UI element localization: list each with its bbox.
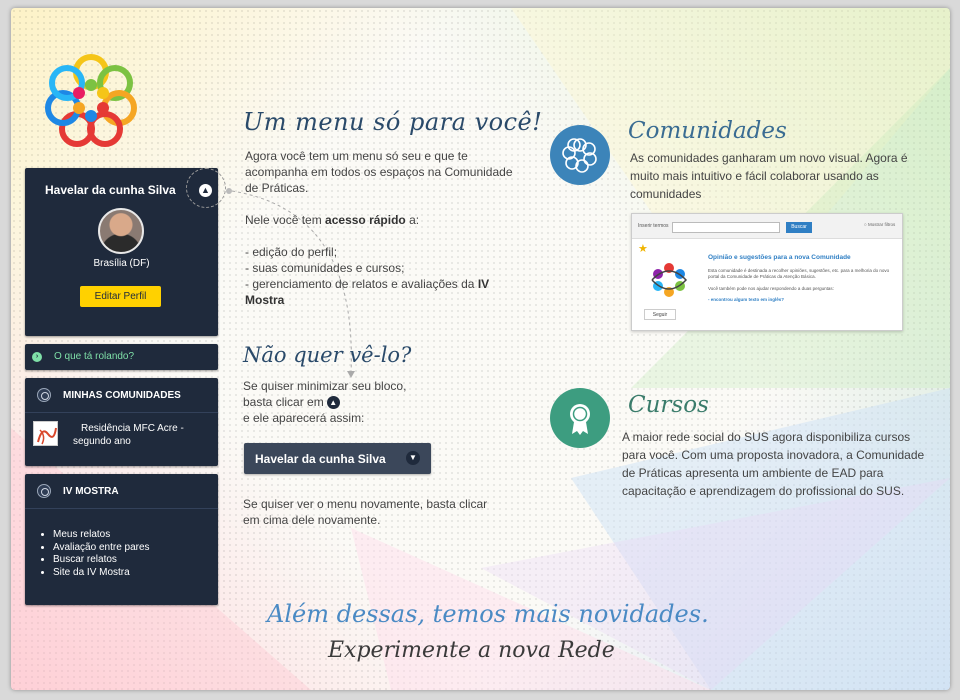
feature-item: - edição do perfil; xyxy=(245,245,338,259)
news-panel[interactable]: › O que tá rolando? xyxy=(25,344,218,370)
menu-quick-access: Nele você tem acesso rápido a: xyxy=(245,212,525,228)
news-label: O que tá rolando? xyxy=(54,351,135,362)
mostra-header[interactable]: IV MOSTRA xyxy=(25,474,218,509)
hide-instructions: Se quiser minimizar seu bloco, basta cli… xyxy=(243,378,503,426)
feature-item-text: - gerenciamento de relatos e avaliações … xyxy=(245,277,475,291)
people-circle-icon xyxy=(651,263,688,297)
communities-heading: Comunidades xyxy=(628,118,787,144)
community-item-line2: segundo ano xyxy=(73,436,131,447)
screenshot-link: - encontrou algum texto em inglês? xyxy=(708,297,785,302)
promo-frame: Havelar da cunha Silva ▲ Brasília (DF) E… xyxy=(11,8,950,690)
community-thumb-icon xyxy=(37,427,57,445)
mostra-link-avaliacao[interactable]: Avaliação entre pares xyxy=(53,542,150,555)
community-screenshot: Inserir termos Buscar ○ Mostrar filtros … xyxy=(631,213,903,331)
mostra-link-meus-relatos[interactable]: Meus relatos xyxy=(53,529,150,542)
screenshot-search-input xyxy=(672,222,780,233)
profile-city: Brasília (DF) xyxy=(93,258,150,269)
screenshot-filter-label: Mostrar filtros xyxy=(867,222,896,227)
avatar xyxy=(98,208,144,254)
screenshot-search-button: Buscar xyxy=(786,222,812,233)
chevron-right-icon: › xyxy=(32,352,42,362)
communities-text: As comunidades ganharam um novo visual. … xyxy=(630,151,908,201)
collapsed-profile-bar[interactable]: Havelar da cunha Silva ▼ xyxy=(244,443,431,474)
community-thumbnail[interactable] xyxy=(33,421,58,446)
badge-icon xyxy=(550,388,610,448)
courses-heading: Cursos xyxy=(628,392,709,418)
mostra-link-buscar[interactable]: Buscar relatos xyxy=(53,554,150,567)
hide-text-1: Se quiser minimizar seu bloco, xyxy=(243,379,407,393)
profile-name: Havelar da cunha Silva xyxy=(45,183,176,197)
footer-line1: Além dessas, temos mais novidades. xyxy=(267,600,709,628)
courses-text: A maior rede social do SUS agora disponi… xyxy=(622,430,925,498)
edit-profile-button[interactable]: Editar Perfil xyxy=(80,286,161,307)
footer-line2: Experimente a nova Rede xyxy=(328,638,615,663)
quick-bold: acesso rápido xyxy=(325,213,406,227)
logo-rings-icon xyxy=(45,54,137,147)
hide-heading: Não quer vê-lo? xyxy=(243,343,412,367)
community-icon xyxy=(37,388,51,402)
collapsed-bar-label: Havelar da cunha Silva xyxy=(255,452,386,466)
quick-post: a: xyxy=(409,213,420,227)
feature-item: - suas comunidades e cursos; xyxy=(245,261,405,275)
mostra-list: Meus relatos Avaliação entre pares Busca… xyxy=(53,529,150,579)
screenshot-search-label: Inserir termos xyxy=(638,223,669,229)
mostra-icon xyxy=(37,484,51,498)
highlight-circle xyxy=(186,168,226,208)
hide-text-4: Se quiser ver o menu novamente, basta cl… xyxy=(243,497,488,527)
hide-text-2: basta clicar em xyxy=(243,395,324,409)
hide-text-3: e ele aparecerá assim: xyxy=(243,411,365,425)
community-icon xyxy=(550,125,610,185)
screenshot-search-bar: Inserir termos Buscar ○ Mostrar filtros xyxy=(632,214,902,239)
menu-intro: Agora você tem um menu só seu e que te a… xyxy=(245,149,513,195)
menu-heading: Um menu só para você! xyxy=(243,108,543,136)
screenshot-title: Opinião e sugestões para a nova Comunida… xyxy=(708,254,851,261)
screenshot-filter-check: ○ Mostrar filtros xyxy=(864,222,896,227)
community-item[interactable]: Residência MFC Acre - segundo ano xyxy=(73,422,208,448)
chevron-up-icon: ▲ xyxy=(326,396,340,410)
mostra-panel: IV MOSTRA Meus relatos Avaliação entre p… xyxy=(25,474,218,605)
screenshot-desc2: Você também pode nos ajudar respondendo … xyxy=(708,286,834,291)
mostra-link-site[interactable]: Site da IV Mostra xyxy=(53,567,150,580)
menu-feature-list: - edição do perfil; - suas comunidades e… xyxy=(245,244,525,308)
feature-item: - gerenciamento de relatos e avaliações … xyxy=(245,276,525,308)
quick-pre: Nele você tem xyxy=(245,213,322,227)
chevron-down-icon: ▼ xyxy=(406,451,420,465)
communities-panel: MINHAS COMUNIDADES Residência MFC Acre -… xyxy=(25,378,218,466)
communities-title: MINHAS COMUNIDADES xyxy=(63,390,181,401)
hide-text-2-row: basta clicar em ▲ xyxy=(243,394,503,410)
screenshot-follow-button: Seguir xyxy=(644,309,676,320)
community-item-line1: Residência MFC Acre - xyxy=(81,423,184,434)
screenshot-desc: Esta comunidade é destinada a recolher o… xyxy=(708,268,890,279)
mostra-title: IV MOSTRA xyxy=(63,486,119,497)
communities-header[interactable]: MINHAS COMUNIDADES xyxy=(25,378,218,413)
